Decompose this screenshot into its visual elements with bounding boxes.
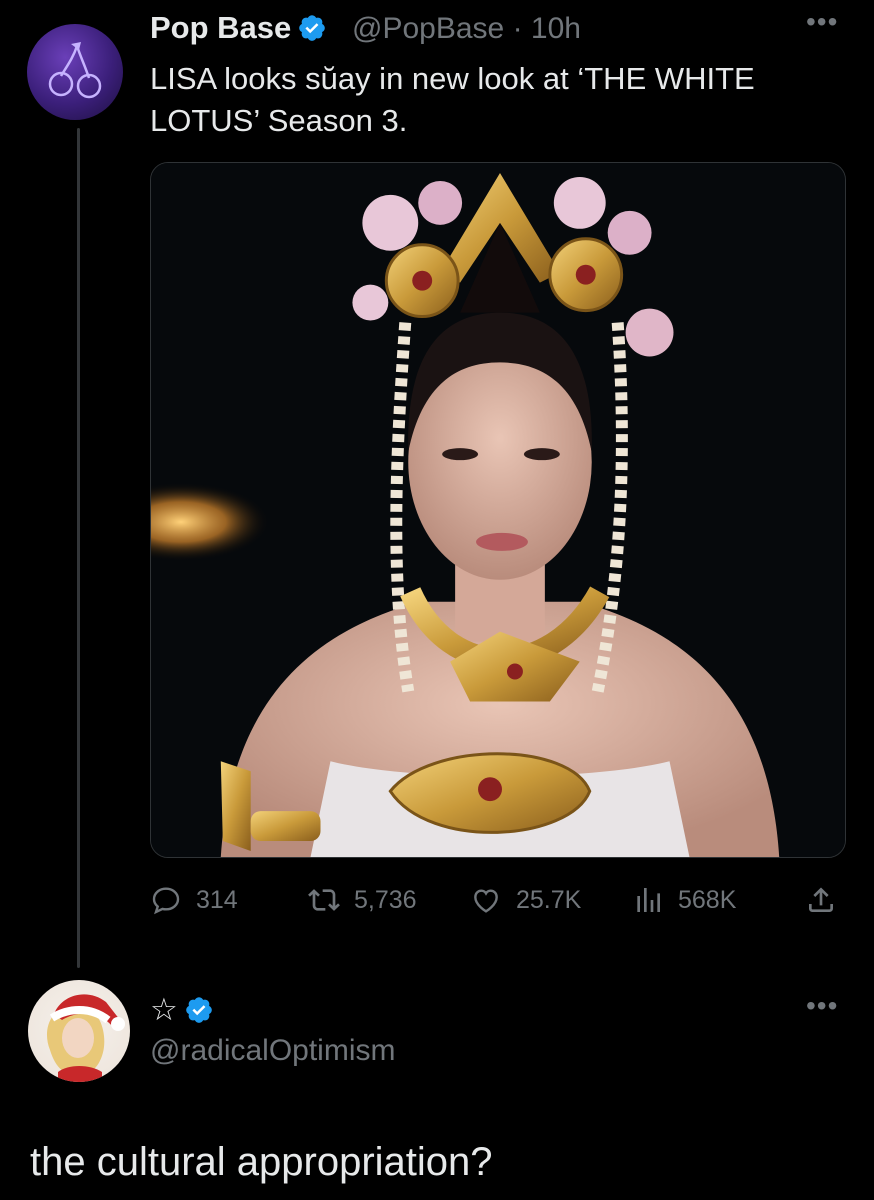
separator-dot: ·: [512, 12, 523, 45]
author-name[interactable]: Pop Base: [150, 10, 327, 46]
reply-text: the cultural appropriation?: [30, 1140, 493, 1184]
media-illustration: [151, 163, 845, 857]
author-name-text[interactable]: Pop Base: [150, 10, 291, 45]
views-button[interactable]: 568K: [632, 880, 736, 920]
reply-icon: [152, 887, 180, 915]
more-icon[interactable]: •••: [806, 990, 838, 1022]
verified-badge-icon: [299, 15, 326, 41]
like-button[interactable]: 25.7K: [470, 880, 581, 920]
popbase-avatar[interactable]: [27, 24, 123, 120]
author-handle[interactable]: @PopBase: [352, 12, 504, 45]
views-count: 568K: [678, 885, 737, 914]
more-icon[interactable]: •••: [806, 6, 838, 38]
retweet-count: 5,736: [354, 885, 417, 914]
radicaloptimism-avatar[interactable]: [28, 980, 130, 1082]
handle-and-time: @PopBase · 10h: [352, 12, 581, 46]
reply-author-handle[interactable]: @radicalOptimism: [150, 1034, 396, 1068]
cherry-icon: [48, 42, 102, 99]
reply-author-name-text[interactable]: ☆: [150, 992, 178, 1027]
reply-button[interactable]: 314: [150, 880, 238, 920]
share-button[interactable]: [805, 880, 851, 920]
tweet-text: LISA looks sŭay in new look at ‘THE WHIT…: [150, 61, 755, 138]
like-count: 25.7K: [516, 885, 582, 914]
views-icon: [637, 888, 660, 912]
retweet-icon: [308, 889, 340, 911]
reply-author-name[interactable]: ☆: [150, 992, 214, 1028]
reply-count: 314: [196, 885, 238, 914]
thread-connector-line: [77, 128, 80, 968]
retweet-button[interactable]: 5,736: [308, 880, 417, 920]
tweet-time[interactable]: 10h: [531, 12, 581, 45]
like-icon: [474, 889, 498, 913]
share-icon: [809, 887, 833, 912]
verified-badge-icon: [185, 997, 212, 1023]
santa-hat-portrait-icon: [46, 994, 125, 1082]
tweet-media-image[interactable]: [150, 162, 846, 858]
